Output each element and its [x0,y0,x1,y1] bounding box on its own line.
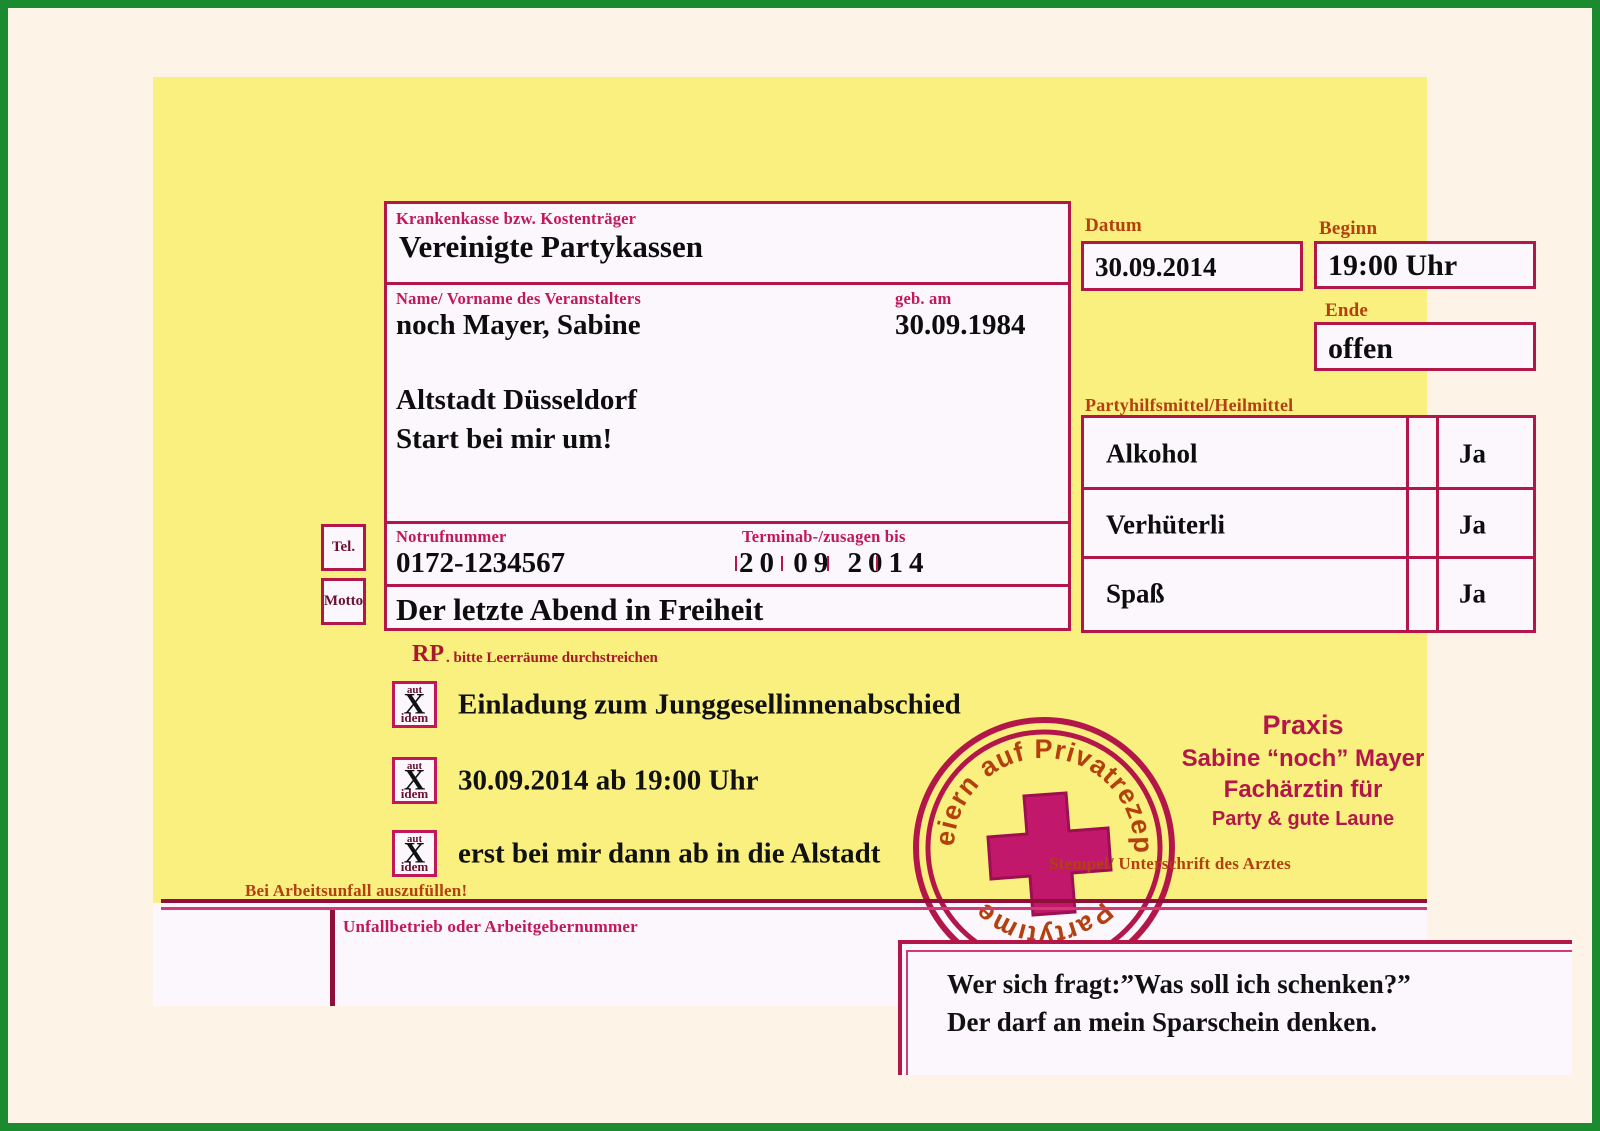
begin-label: Beginn [1319,218,1377,240]
prescription-paper: Krankenkasse bzw. Kostenträger Vereinigt… [153,77,1427,1006]
tel-tab-label: Tel. [332,539,355,556]
prescription-text: erst bei mir dann ab in die Alstadt [458,837,880,870]
praxis-line-2: Sabine “noch” Mayer [1153,743,1453,774]
bottom-vertical-divider [330,910,335,1006]
patient-details-card: Krankenkasse bzw. Kostenträger Vereinigt… [384,201,1071,631]
emergency-number-label: Notrufnummer [396,527,507,547]
date-tick [781,556,783,571]
deadline-label: Terminab-/zusagen bis [742,527,906,547]
doctor-stamp-label: Stempel/ Unterschrift des Arztes [1049,854,1291,874]
address-line-2[interactable]: Start bei mir um! [396,423,612,456]
praxis-line-3: Fachärztin für [1153,774,1453,805]
table-row[interactable]: Verhüterli Ja [1084,487,1533,559]
date-value: 30.09.2014 [1095,252,1217,283]
employer-number-label: Unfallbetrieb oder Arbeitgebernummer [343,917,638,937]
party-aids-label: Partyhilfsmittel/Heilmittel [1085,395,1293,416]
insurer-label: Krankenkasse bzw. Kostenträger [396,209,636,229]
date-tick [827,556,829,571]
divider-insurer [387,282,1068,285]
aut-idem-checkbox[interactable]: aut idem X [392,681,437,728]
aid-answer: Ja [1459,439,1486,470]
aid-answer: Ja [1459,509,1486,540]
emergency-number-value[interactable]: 0172-1234567 [396,547,565,580]
aid-answer: Ja [1459,578,1486,609]
end-field[interactable]: offen [1314,322,1536,371]
party-aids-table: Alkohol Ja Verhüterli Ja Spaß Ja [1081,415,1536,633]
date-field[interactable]: 30.09.2014 [1081,241,1303,291]
address-line-1[interactable]: Altstadt Düsseldorf [396,384,637,417]
table-row[interactable]: Spaß Ja [1084,556,1533,628]
date-label: Datum [1085,215,1142,237]
x-mark-icon: X [395,838,434,868]
bottom-rule-top [161,899,1427,903]
motto-value[interactable]: Der letzte Abend in Freiheit [396,592,763,628]
poem-line-1: Wer sich fragt:”Was soll ich schenken?” [947,969,1411,1000]
poem-line-2: Der darf an mein Sparschein denken. [947,1007,1377,1038]
date-tick [876,556,878,571]
end-label: Ende [1325,300,1368,322]
aid-name: Spaß [1106,578,1165,609]
divider-motto [387,584,1068,587]
praxis-line-1: Praxis [1153,709,1453,743]
aid-name: Alkohol [1106,439,1198,470]
name-label: Name/ Vorname des Veranstalters [396,289,641,309]
birthdate-value[interactable]: 30.09.1984 [895,309,1026,342]
birthdate-label: geb. am [895,289,951,309]
tel-tab[interactable]: Tel. [321,524,366,571]
aut-idem-checkbox[interactable]: aut idem X [392,830,437,877]
rp-symbol: RP [412,641,444,668]
table-row[interactable]: Alkohol Ja [1084,418,1533,490]
prescription-text: Einladung zum Junggesellinnenabschied [458,688,961,721]
begin-field[interactable]: 19:00 Uhr [1314,241,1536,289]
bottom-rule-second [161,907,1427,910]
end-value: offen [1328,332,1393,366]
insurer-value[interactable]: Vereinigte Partykassen [399,229,703,265]
praxis-block: Praxis Sabine “noch” Mayer Fachärztin fü… [1153,709,1453,834]
divider-address [387,521,1068,524]
prescription-text: 30.09.2014 ab 19:00 Uhr [458,764,758,797]
begin-value: 19:00 Uhr [1328,249,1457,283]
date-tick [735,556,737,571]
x-mark-icon: X [395,765,434,795]
aut-idem-checkbox[interactable]: aut idem X [392,757,437,804]
poem-box: Wer sich fragt:”Was soll ich schenken?” … [898,940,1572,1075]
deadline-value[interactable]: 20 09 2014 [739,547,930,580]
page-background: Krankenkasse bzw. Kostenträger Vereinigt… [8,8,1592,1123]
motto-tab[interactable]: Motto [321,578,366,625]
motto-tab-label: Motto [324,593,363,610]
praxis-line-4: Party & gute Laune [1153,805,1453,834]
aid-name: Verhüterli [1106,509,1225,540]
rp-note: . bitte Leerräume durchstreichen [446,650,658,667]
name-value[interactable]: noch Mayer, Sabine [396,309,641,342]
x-mark-icon: X [395,689,434,719]
work-accident-label: Bei Arbeitsunfall auszufüllen! [245,881,467,901]
